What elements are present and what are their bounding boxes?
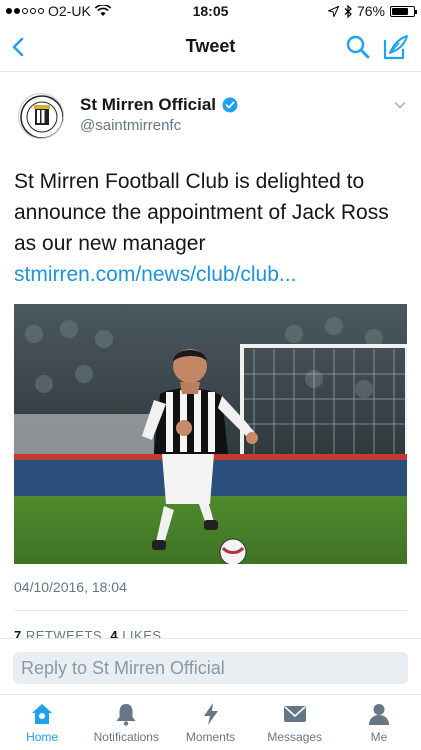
battery-fill: [392, 7, 408, 15]
verified-badge-icon: [222, 97, 238, 113]
author-avatar[interactable]: [18, 93, 64, 139]
home-icon: [32, 704, 53, 724]
tab-moments[interactable]: Moments: [168, 695, 252, 750]
tweet-text: St Mirren Football Club is delighted to …: [14, 170, 389, 255]
battery-icon: [390, 5, 417, 17]
tab-messages-label: Messages: [267, 730, 323, 744]
likes-count: 4: [110, 628, 119, 638]
tab-moments-label: Moments: [185, 730, 236, 744]
bell-icon: [116, 704, 136, 726]
engagement-stats[interactable]: 7 RETWEETS 4 LIKES: [14, 628, 162, 638]
author-name[interactable]: St Mirren Official: [80, 95, 216, 115]
status-bar: O2-UK 18:05 76%: [0, 0, 421, 22]
tab-notifications-label: Notifications: [93, 730, 159, 744]
status-right: 76%: [327, 3, 417, 19]
tweet-timestamp: 04/10/2016, 18:04: [14, 579, 127, 595]
tab-notifications[interactable]: Notifications: [84, 695, 168, 750]
chevron-down-icon[interactable]: [393, 98, 407, 112]
divider: [14, 610, 407, 611]
lightning-icon: [203, 703, 218, 725]
envelope-icon: [283, 706, 306, 722]
tab-me[interactable]: Me: [337, 695, 421, 750]
retweets-count: 7: [14, 628, 22, 638]
likes-label: LIKES: [122, 628, 162, 638]
bluetooth-icon: [344, 4, 352, 18]
battery-percent: 76%: [356, 3, 385, 19]
tweet-photo[interactable]: [14, 304, 407, 564]
reply-input[interactable]: Reply to St Mirren Official: [13, 652, 408, 684]
tab-messages[interactable]: Messages: [253, 695, 337, 750]
football-player-photo: [14, 304, 407, 564]
location-arrow-icon: [327, 5, 339, 17]
search-icon[interactable]: [345, 34, 371, 60]
tab-home-label: Home: [26, 730, 59, 744]
tab-bar: Home Notifications Moments Messages Me: [0, 694, 421, 750]
tab-me-label: Me: [370, 730, 388, 744]
retweets-label: RETWEETS: [25, 628, 103, 638]
navigation-bar: Tweet: [0, 22, 421, 72]
author-name-row[interactable]: St Mirren Official: [80, 95, 238, 115]
person-icon: [368, 704, 389, 725]
author-handle[interactable]: @saintmirrenfc: [80, 117, 181, 134]
tab-home[interactable]: Home: [0, 695, 84, 750]
tweet-body: St Mirren Football Club is delighted to …: [14, 166, 409, 290]
tweet-link[interactable]: stmirren.com/news/club/club...: [14, 259, 409, 290]
compose-tweet-icon[interactable]: [381, 32, 411, 62]
club-crest-icon: [20, 95, 63, 138]
reply-bar: Reply to St Mirren Official: [0, 638, 421, 694]
